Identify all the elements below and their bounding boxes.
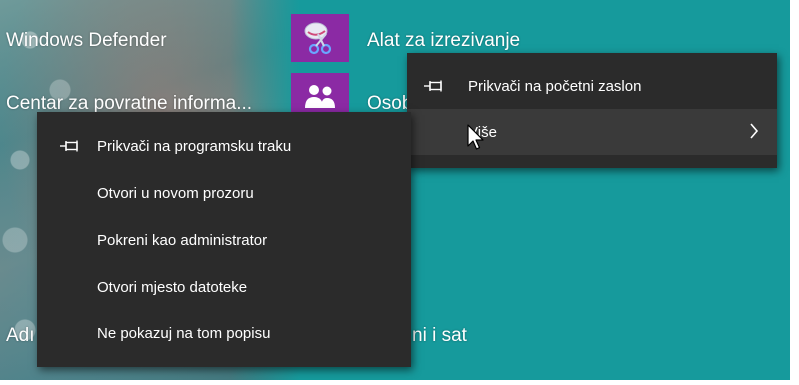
context-menu-more: Prikvači na programsku traku Otvori u no…: [37, 112, 411, 367]
menu-item-pin-taskbar[interactable]: Prikvači na programsku traku: [37, 125, 411, 167]
start-menu-background: Windows Defender Centar za povratne info…: [0, 0, 790, 380]
menu-item-run-as-admin[interactable]: Pokreni kao administrator: [37, 219, 411, 261]
menu-item-label: Ne pokazuj na tom popisu: [97, 324, 271, 342]
app-datetime-partial[interactable]: ni i sat: [412, 325, 467, 347]
menu-item-label: Prikvači na početni zaslon: [468, 77, 642, 95]
app-snipping-tool[interactable]: Alat za izrezivanje: [367, 30, 520, 52]
pin-icon: [60, 140, 78, 152]
chevron-right-icon: [750, 123, 759, 139]
app-windows-defender[interactable]: Windows Defender: [6, 30, 167, 52]
menu-item-label: Otvori u novom prozoru: [97, 184, 254, 202]
menu-item-more[interactable]: Više: [407, 109, 777, 155]
menu-item-open-file-location[interactable]: Otvori mjesto datoteke: [37, 266, 411, 308]
people-icon: [305, 85, 335, 108]
mouse-cursor-icon: [467, 124, 484, 150]
context-menu-tile: Prikvači na početni zaslon Više: [407, 53, 777, 168]
scissors-icon: [304, 22, 332, 55]
pin-icon: [424, 80, 442, 92]
menu-item-dont-show[interactable]: Ne pokazuj na tom popisu: [37, 312, 411, 354]
snipping-tool-tile[interactable]: [291, 14, 349, 62]
menu-item-label: Prikvači na programsku traku: [97, 137, 292, 155]
menu-item-open-new-window[interactable]: Otvori u novom prozoru: [37, 172, 411, 214]
menu-item-pin-start[interactable]: Prikvači na početni zaslon: [407, 65, 777, 107]
menu-item-label: Pokreni kao administrator: [97, 231, 268, 249]
menu-item-label: Otvori mjesto datoteke: [97, 278, 248, 296]
app-admin-partial[interactable]: Adı: [6, 325, 35, 347]
